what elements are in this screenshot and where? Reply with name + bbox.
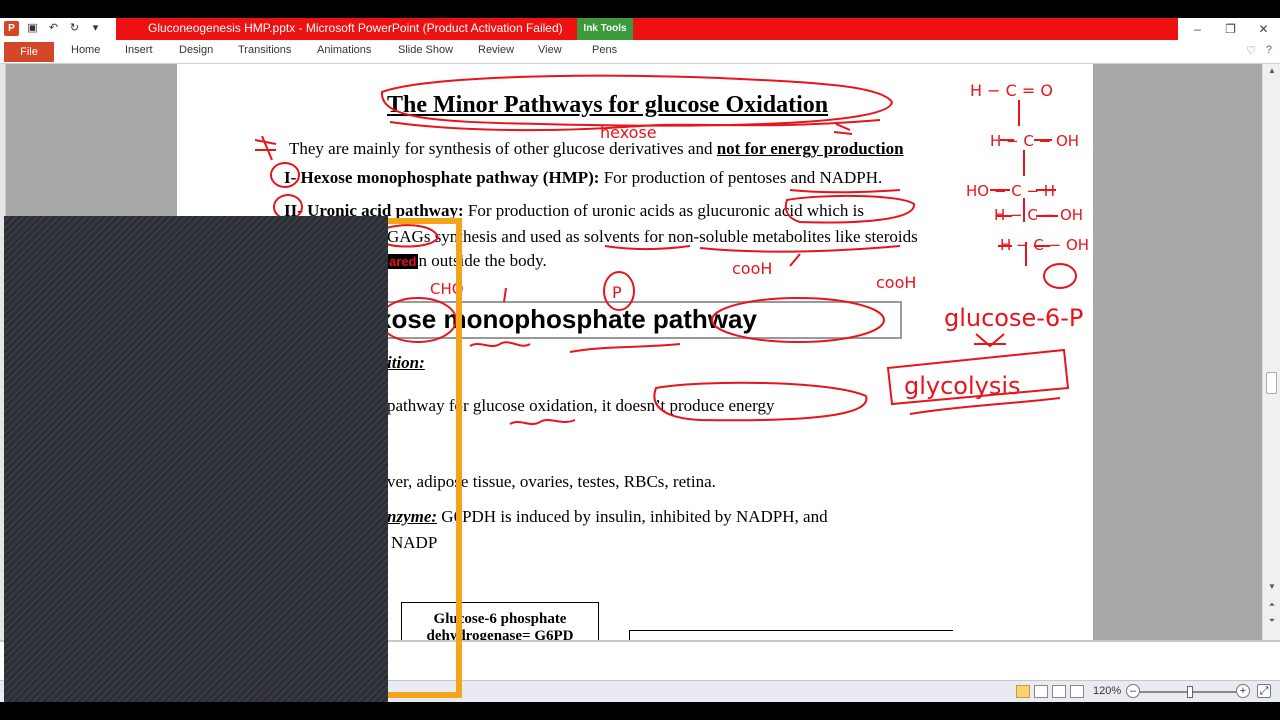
zoom-slider-knob[interactable] [1187, 686, 1193, 698]
next-slide-icon[interactable]: ⏷ [1263, 616, 1280, 626]
letterbox-top [0, 0, 1280, 18]
help-icon[interactable]: ? [1266, 44, 1272, 57]
intro-line: They are mainly for synthesis of other g… [289, 139, 904, 159]
powerpoint-logo-icon[interactable]: P [4, 21, 19, 36]
item-uronic-line2: GAGs synthesis and used as solvents for … [387, 227, 918, 246]
normal-view-icon[interactable] [1016, 685, 1030, 698]
ribbon-right-icons: ♡ ? [1246, 44, 1272, 57]
intro-bold-text: not for energy production [716, 139, 904, 158]
second-box [629, 630, 953, 640]
close-icon[interactable]: ✕ [1247, 18, 1280, 40]
overlay-frame [388, 218, 462, 698]
tab-file[interactable]: File [4, 42, 54, 62]
enzyme-text: G6PDH is induced by insulin, inhibited b… [437, 507, 828, 526]
restore-icon[interactable]: ❐ [1214, 18, 1247, 40]
slide-title: The Minor Pathways for glucose Oxidation [387, 92, 829, 118]
tab-slide-show[interactable]: Slide Show [398, 44, 453, 56]
vertical-scrollbar[interactable]: ▲ ▼ ⏶ ⏷ [1262, 64, 1280, 640]
tab-pens[interactable]: Pens [592, 44, 617, 56]
undo-icon[interactable]: ↶ [46, 21, 61, 36]
tab-review[interactable]: Review [478, 44, 514, 56]
reading-view-icon[interactable] [1052, 685, 1066, 698]
tab-view[interactable]: View [538, 44, 562, 56]
scroll-up-icon[interactable]: ▲ [1263, 66, 1280, 75]
minimize-icon[interactable]: – [1181, 18, 1214, 40]
slide-sorter-icon[interactable] [1034, 685, 1048, 698]
tab-design[interactable]: Design [179, 44, 213, 56]
tab-transitions[interactable]: Transitions [238, 44, 291, 56]
customize-qat-icon[interactable]: ▾ [88, 21, 103, 36]
ink-tools-context-label: Ink Tools [577, 18, 633, 40]
slide-show-icon[interactable] [1070, 685, 1084, 698]
view-buttons [1016, 685, 1084, 698]
item-hmp: I- Hexose monophosphate pathway (HMP): F… [284, 168, 882, 188]
window-title: Gluconeogenesis HMP.pptx - Microsoft Pow… [148, 21, 563, 35]
item-hmp-text: For production of pentoses and NADPH. [599, 168, 883, 187]
redo-icon[interactable]: ↻ [67, 21, 82, 36]
scroll-thumb[interactable] [1266, 372, 1277, 394]
ribbon-tabs: File Home Insert Design Transitions Anim… [0, 40, 1280, 64]
item-uronic-text: For production of uronic acids as glucur… [463, 201, 864, 220]
item-hmp-label: I- Hexose monophosphate pathway (HMP): [284, 168, 600, 187]
fit-to-window-icon[interactable]: ⤢ [1257, 684, 1271, 698]
tab-animations[interactable]: Animations [317, 44, 371, 56]
title-bar: P ▣ ↶ ↻ ▾ Gluconeogenesis HMP.pptx - Mic… [0, 18, 1280, 40]
window-controls: – ❐ ✕ [1181, 18, 1280, 40]
zoom-out-icon[interactable]: – [1126, 684, 1140, 698]
previous-slide-icon[interactable]: ⏶ [1263, 600, 1280, 610]
tab-home[interactable]: Home [71, 44, 100, 56]
intro-text: They are mainly for synthesis of other g… [289, 139, 717, 158]
zoom-level[interactable]: 120% [1093, 685, 1121, 697]
tab-insert[interactable]: Insert [125, 44, 153, 56]
save-icon[interactable]: ▣ [25, 21, 40, 36]
scroll-down-icon[interactable]: ▼ [1263, 582, 1280, 591]
zoom-in-icon[interactable]: + [1236, 684, 1250, 698]
letterbox-bottom [0, 702, 1280, 720]
minimize-ribbon-icon[interactable]: ♡ [1246, 44, 1256, 57]
quick-access-toolbar: P ▣ ↶ ↻ ▾ [4, 21, 103, 36]
webcam-overlay [4, 216, 388, 702]
zoom-slider[interactable] [1140, 686, 1236, 698]
